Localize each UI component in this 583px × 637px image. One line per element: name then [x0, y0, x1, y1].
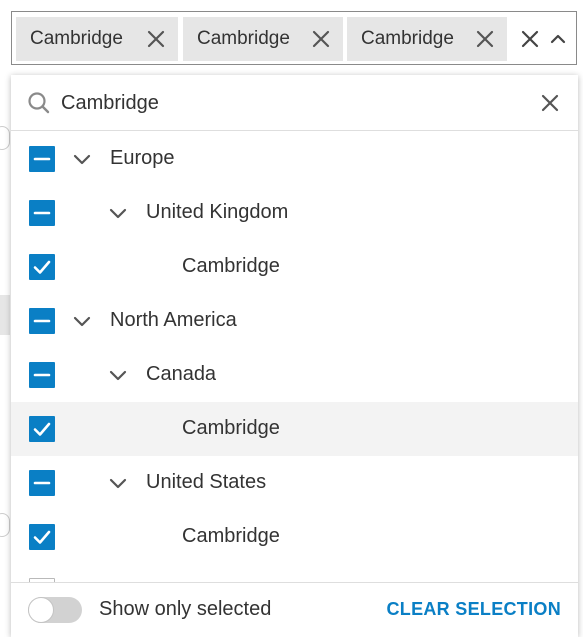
tree-row-canada[interactable]: Canada [11, 348, 578, 402]
indeterminate-checkbox[interactable] [29, 470, 55, 496]
location-dropdown: Europe United Kingdom Cambridge [11, 75, 578, 637]
tree-row-label: Europe [110, 147, 175, 169]
chevron-down-icon[interactable] [108, 203, 128, 223]
selected-chip: Cambridge [183, 17, 343, 61]
close-icon[interactable] [311, 29, 331, 49]
tree-row-cambridge-canada[interactable]: Cambridge [11, 402, 578, 456]
close-icon[interactable] [475, 29, 495, 49]
chip-label: Cambridge [361, 28, 454, 49]
tree-row-label: Canada [146, 363, 217, 385]
chevron-up-icon[interactable] [547, 28, 569, 50]
indeterminate-checkbox[interactable] [29, 200, 55, 226]
checked-checkbox[interactable] [29, 254, 55, 280]
tree-row-cambridge-us[interactable]: Cambridge [11, 510, 578, 564]
tree-row-label: Cambridge [182, 525, 280, 547]
toggle-label: Show only selected [99, 598, 272, 620]
clear-selection-button[interactable]: CLEAR SELECTION [386, 599, 561, 620]
background-table-fragment [0, 295, 10, 335]
search-input[interactable] [61, 87, 521, 119]
checked-checkbox[interactable] [29, 416, 55, 442]
tree-row-label: United States [146, 471, 267, 493]
app-screen: Cambridge Cambridge Cambridge Cambridge … [0, 0, 583, 637]
chevron-down-icon[interactable] [108, 473, 128, 493]
chip-label: Cambridge [197, 28, 290, 49]
chip-label: Cambridge [30, 28, 123, 49]
background-radio-fragment [0, 126, 10, 150]
search-icon [27, 91, 51, 115]
chevron-down-icon[interactable] [108, 365, 128, 385]
tree-row-united-kingdom[interactable]: United Kingdom [11, 186, 578, 240]
toggle-knob [28, 597, 54, 623]
dropdown-footer: Show only selected CLEAR SELECTION [11, 582, 578, 637]
tree-row-north-america[interactable]: North America [11, 294, 578, 348]
show-only-selected-toggle[interactable] [28, 597, 82, 623]
background-radio-fragment [0, 513, 10, 537]
chevron-down-icon[interactable] [72, 149, 92, 169]
tree-row-label: Cambridge [182, 417, 280, 439]
indeterminate-checkbox[interactable] [29, 308, 55, 334]
dropdown-search [11, 75, 578, 131]
indeterminate-checkbox[interactable] [29, 362, 55, 388]
location-multiselect-field[interactable]: Cambridge Cambridge Cambridge [11, 11, 577, 65]
tree-row-europe[interactable]: Europe [11, 132, 578, 186]
tree-row-label: United Kingdom [146, 201, 289, 223]
clear-all-icon[interactable] [519, 28, 541, 50]
tree-row-partial[interactable] [11, 564, 578, 582]
tree-row-united-states[interactable]: United States [11, 456, 578, 510]
checked-checkbox[interactable] [29, 524, 55, 550]
selected-chip: Cambridge [16, 17, 178, 61]
location-tree: Europe United Kingdom Cambridge North Am… [11, 132, 578, 582]
indeterminate-checkbox[interactable] [29, 146, 55, 172]
tree-row-label: Cambridge [182, 255, 280, 277]
chevron-down-icon[interactable] [72, 311, 92, 331]
selected-chip: Cambridge [347, 17, 507, 61]
tree-row-label: North America [110, 309, 237, 331]
close-icon[interactable] [539, 92, 561, 114]
close-icon[interactable] [146, 29, 166, 49]
tree-row-cambridge-uk[interactable]: Cambridge [11, 240, 578, 294]
